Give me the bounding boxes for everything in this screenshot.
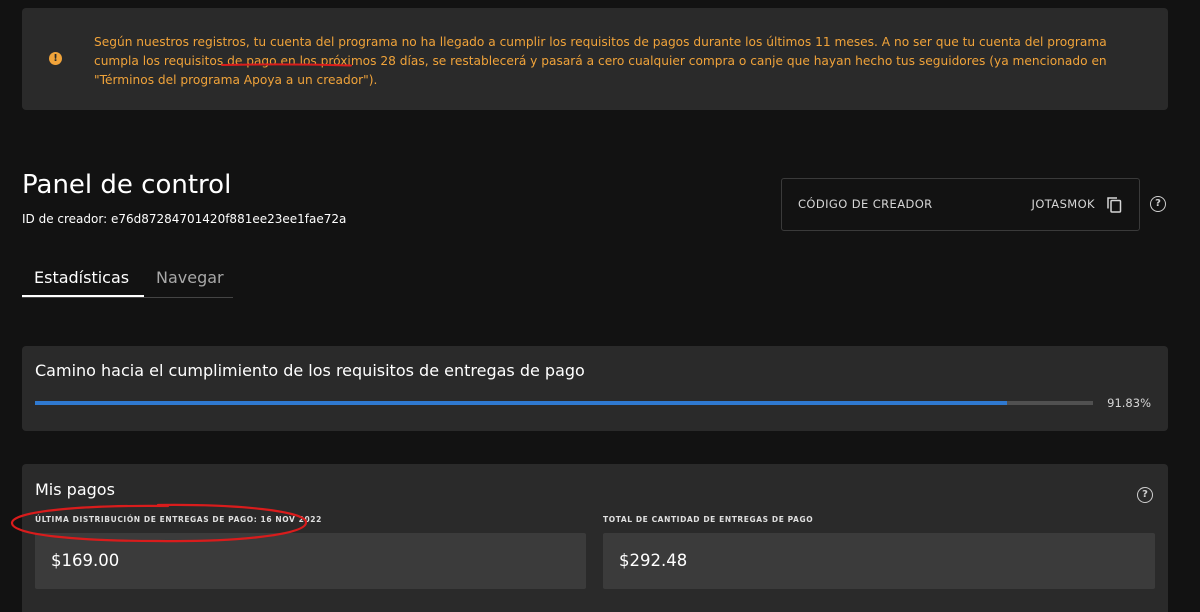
total-payouts-label: TOTAL DE CANTIDAD DE ENTREGAS DE PAGO	[603, 515, 814, 524]
progress-title: Camino hacia el cumplimiento de los requ…	[35, 361, 585, 380]
help-icon[interactable]: ?	[1150, 196, 1166, 212]
total-payouts-box: $292.48	[603, 533, 1155, 589]
my-payments-card: Mis pagos ÚLTIMA DISTRIBUCIÓN DE ENTREGA…	[22, 464, 1168, 612]
total-payouts-value: $292.48	[619, 551, 688, 570]
payments-title: Mis pagos	[35, 480, 115, 499]
last-distribution-value: $169.00	[51, 551, 120, 570]
tab-estadisticas[interactable]: Estadísticas	[34, 268, 129, 287]
progress-fill	[35, 401, 1007, 405]
tab-navegar[interactable]: Navegar	[156, 268, 224, 287]
tab-bar: Estadísticas Navegar	[22, 258, 233, 298]
creator-code-value: JOTASMOK	[1031, 197, 1095, 211]
payout-warning-alert: ! Según nuestros registros, tu cuenta de…	[22, 8, 1168, 110]
creator-code-box: CÓDIGO DE CREADOR JOTASMOK	[781, 178, 1140, 231]
progress-percentage: 91.83%	[1107, 396, 1151, 410]
last-distribution-box: $169.00	[35, 533, 586, 589]
page-title: Panel de control	[22, 170, 232, 200]
payout-progress-card: Camino hacia el cumplimiento de los requ…	[22, 346, 1168, 431]
copy-icon[interactable]	[1106, 196, 1122, 213]
creator-id: ID de creador: e76d87284701420f881ee23ee…	[22, 212, 347, 226]
exclamation-icon: !	[49, 52, 62, 65]
creator-code-label: CÓDIGO DE CREADOR	[798, 197, 933, 211]
alert-message: Según nuestros registros, tu cuenta del …	[94, 33, 1154, 90]
alert-text-highlight: próximos 28 días	[320, 54, 425, 68]
payments-help-icon[interactable]: ?	[1137, 487, 1153, 503]
active-tab-indicator	[22, 295, 144, 297]
last-distribution-label: ÚLTIMA DISTRIBUCIÓN DE ENTREGAS DE PAGO:…	[35, 515, 322, 524]
progress-track	[35, 401, 1093, 405]
